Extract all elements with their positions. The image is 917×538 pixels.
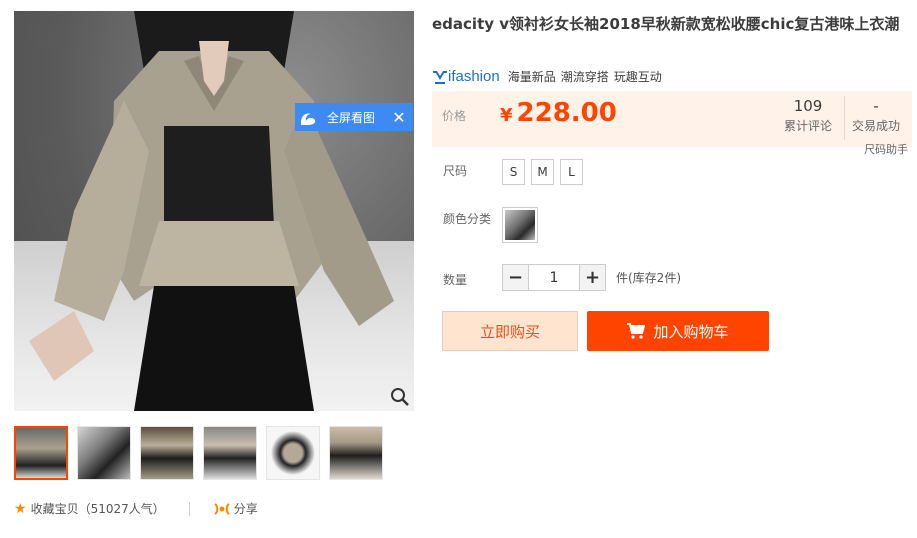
fullscreen-label: 全屏看图 [327, 110, 376, 125]
ifashion-logo-icon [433, 70, 447, 84]
brand-tag: 海量新品 [507, 70, 556, 84]
size-helper-link[interactable]: 尺码助手 [864, 141, 908, 157]
size-option-l[interactable]: L [560, 159, 583, 185]
size-option-s[interactable]: S [502, 159, 525, 185]
uc-browser-icon [295, 103, 321, 131]
quantity-input[interactable]: 1 [529, 264, 579, 291]
size-options: S M L [502, 159, 589, 185]
divider [188, 501, 190, 516]
add-to-cart-button[interactable]: 加入购物车 [587, 311, 769, 351]
share-link[interactable]: 分享 [234, 500, 258, 517]
cart-icon [627, 323, 646, 339]
fullscreen-view-button[interactable]: 全屏看图 ✕ [295, 103, 413, 131]
size-option-m[interactable]: M [531, 159, 554, 185]
thumbnail[interactable] [140, 426, 194, 480]
main-product-image[interactable]: 全屏看图 ✕ [14, 11, 414, 411]
zoom-icon[interactable] [390, 387, 410, 407]
price-label: 价格 [442, 109, 467, 123]
bottom-actions: ★ 收藏宝贝（51027人气） 分享 [14, 500, 258, 517]
favorite-link[interactable]: 收藏宝贝（51027人气） [31, 500, 165, 517]
thumbnail[interactable] [329, 426, 383, 480]
reviews-count: 109 [793, 97, 823, 115]
thumbnail[interactable] [14, 426, 68, 480]
color-option[interactable] [502, 207, 538, 243]
star-icon: ★ [14, 500, 27, 517]
thumbnail[interactable] [266, 426, 320, 480]
color-label: 颜色分类 [443, 212, 492, 226]
quantity-stepper: − 1 + 件(库存2件) [502, 264, 681, 291]
thumbnail[interactable] [203, 426, 257, 480]
decrement-button[interactable]: − [502, 264, 529, 291]
brand-tag: 潮流穿搭 [560, 70, 609, 84]
stat-divider [844, 96, 845, 140]
reviews-stat[interactable]: 109 累计评论 [784, 97, 832, 134]
product-title: edacity v领衬衫女长袖2018早秋新款宽松收腰chic复古港味上衣潮 [432, 15, 900, 33]
thumbnail-strip [14, 426, 392, 480]
increment-button[interactable]: + [579, 264, 606, 291]
color-swatch-image [505, 210, 535, 240]
add-to-cart-label: 加入购物车 [653, 322, 729, 341]
price-box: 价格 ¥228.00 109 累计评论 - 交易成功 [432, 91, 912, 147]
stock-text: 件(库存2件) [616, 271, 681, 285]
ifashion-logo[interactable]: ifashion [432, 68, 500, 85]
buy-now-button[interactable]: 立即购买 [442, 311, 578, 351]
brand-name: ifashion [448, 68, 500, 85]
sales-stat[interactable]: - 交易成功 [852, 97, 900, 134]
brand-tag: 玩趣互动 [613, 70, 662, 84]
brand-row: ifashion 海量新品 潮流穿搭 玩趣互动 [432, 68, 662, 85]
close-icon[interactable]: ✕ [385, 103, 413, 131]
thumbnail[interactable] [77, 426, 131, 480]
reviews-label: 累计评论 [784, 119, 833, 133]
price-value: ¥228.00 [500, 98, 617, 128]
quantity-label: 数量 [443, 273, 468, 287]
share-icon [214, 502, 230, 516]
size-label: 尺码 [443, 164, 468, 178]
sold-label: 交易成功 [852, 119, 901, 133]
sold-count: - [873, 97, 879, 115]
product-photo-figure [29, 11, 394, 411]
